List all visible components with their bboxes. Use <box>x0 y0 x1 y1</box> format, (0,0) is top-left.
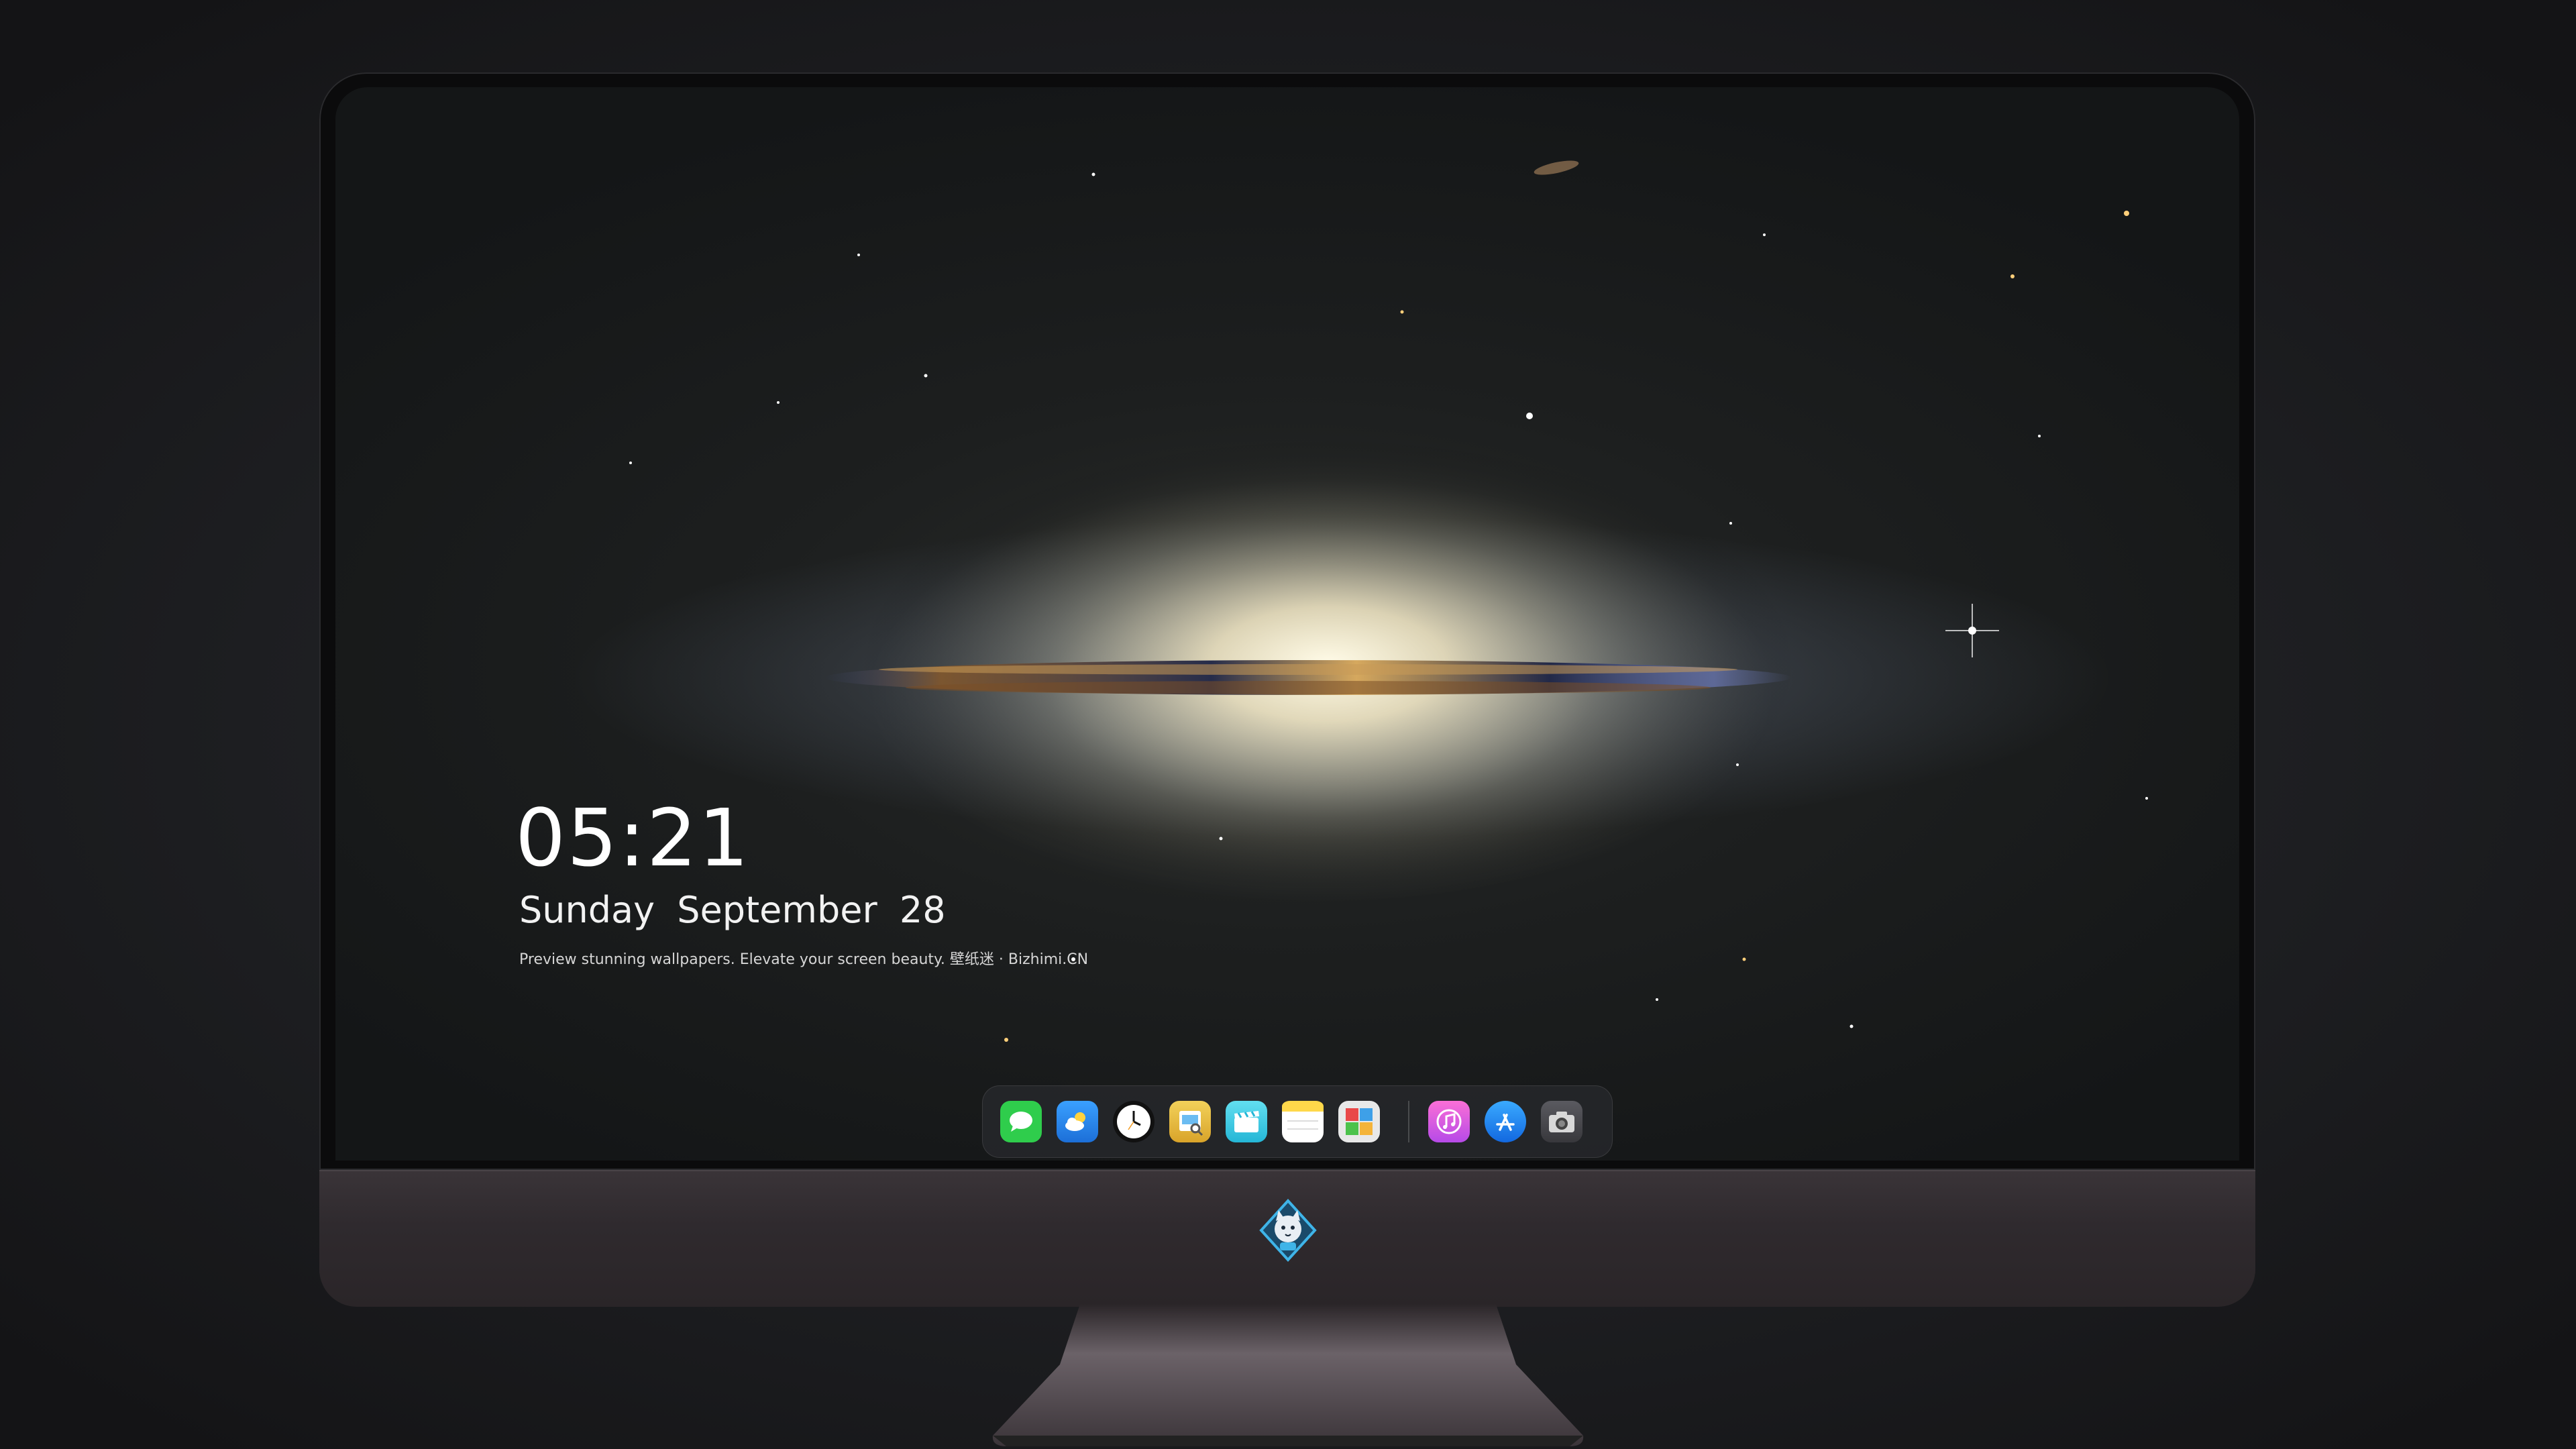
lock-screen-time: 05:21 <box>515 792 751 884</box>
itunes-icon[interactable] <box>1428 1101 1470 1142</box>
clock-icon[interactable] <box>1113 1101 1155 1142</box>
app-store-icon[interactable] <box>1485 1101 1526 1142</box>
notes-icon[interactable] <box>1282 1101 1324 1142</box>
preview-icon[interactable] <box>1169 1101 1211 1142</box>
galaxy-wallpaper <box>555 160 2148 1042</box>
wolf-mascot-logo <box>1259 1199 1317 1262</box>
dock <box>982 1085 1613 1158</box>
date-month: September <box>677 889 877 931</box>
dock-separator <box>1408 1101 1409 1142</box>
photo-booth-icon[interactable] <box>1338 1101 1380 1142</box>
clips-icon[interactable] <box>1226 1101 1267 1142</box>
date-day: 28 <box>899 889 946 931</box>
camera-icon[interactable] <box>1541 1101 1582 1142</box>
date-weekday: Sunday <box>519 889 655 931</box>
wallpaper-tagline: Preview stunning wallpapers. Elevate you… <box>519 951 1089 968</box>
lock-screen[interactable]: 05:21 Sunday September 28 Preview stunni… <box>335 87 2239 1161</box>
monitor-stand <box>992 1304 1584 1446</box>
monitor-chin <box>319 1170 2255 1307</box>
desktop-background: 05:21 Sunday September 28 Preview stunni… <box>0 0 2576 1449</box>
weather-icon[interactable] <box>1057 1101 1098 1142</box>
monitor: 05:21 Sunday September 28 Preview stunni… <box>319 72 2255 1307</box>
monitor-bezel: 05:21 Sunday September 28 Preview stunni… <box>319 72 2255 1170</box>
messages-icon[interactable] <box>1000 1101 1042 1142</box>
lock-screen-date: Sunday September 28 <box>519 892 953 928</box>
